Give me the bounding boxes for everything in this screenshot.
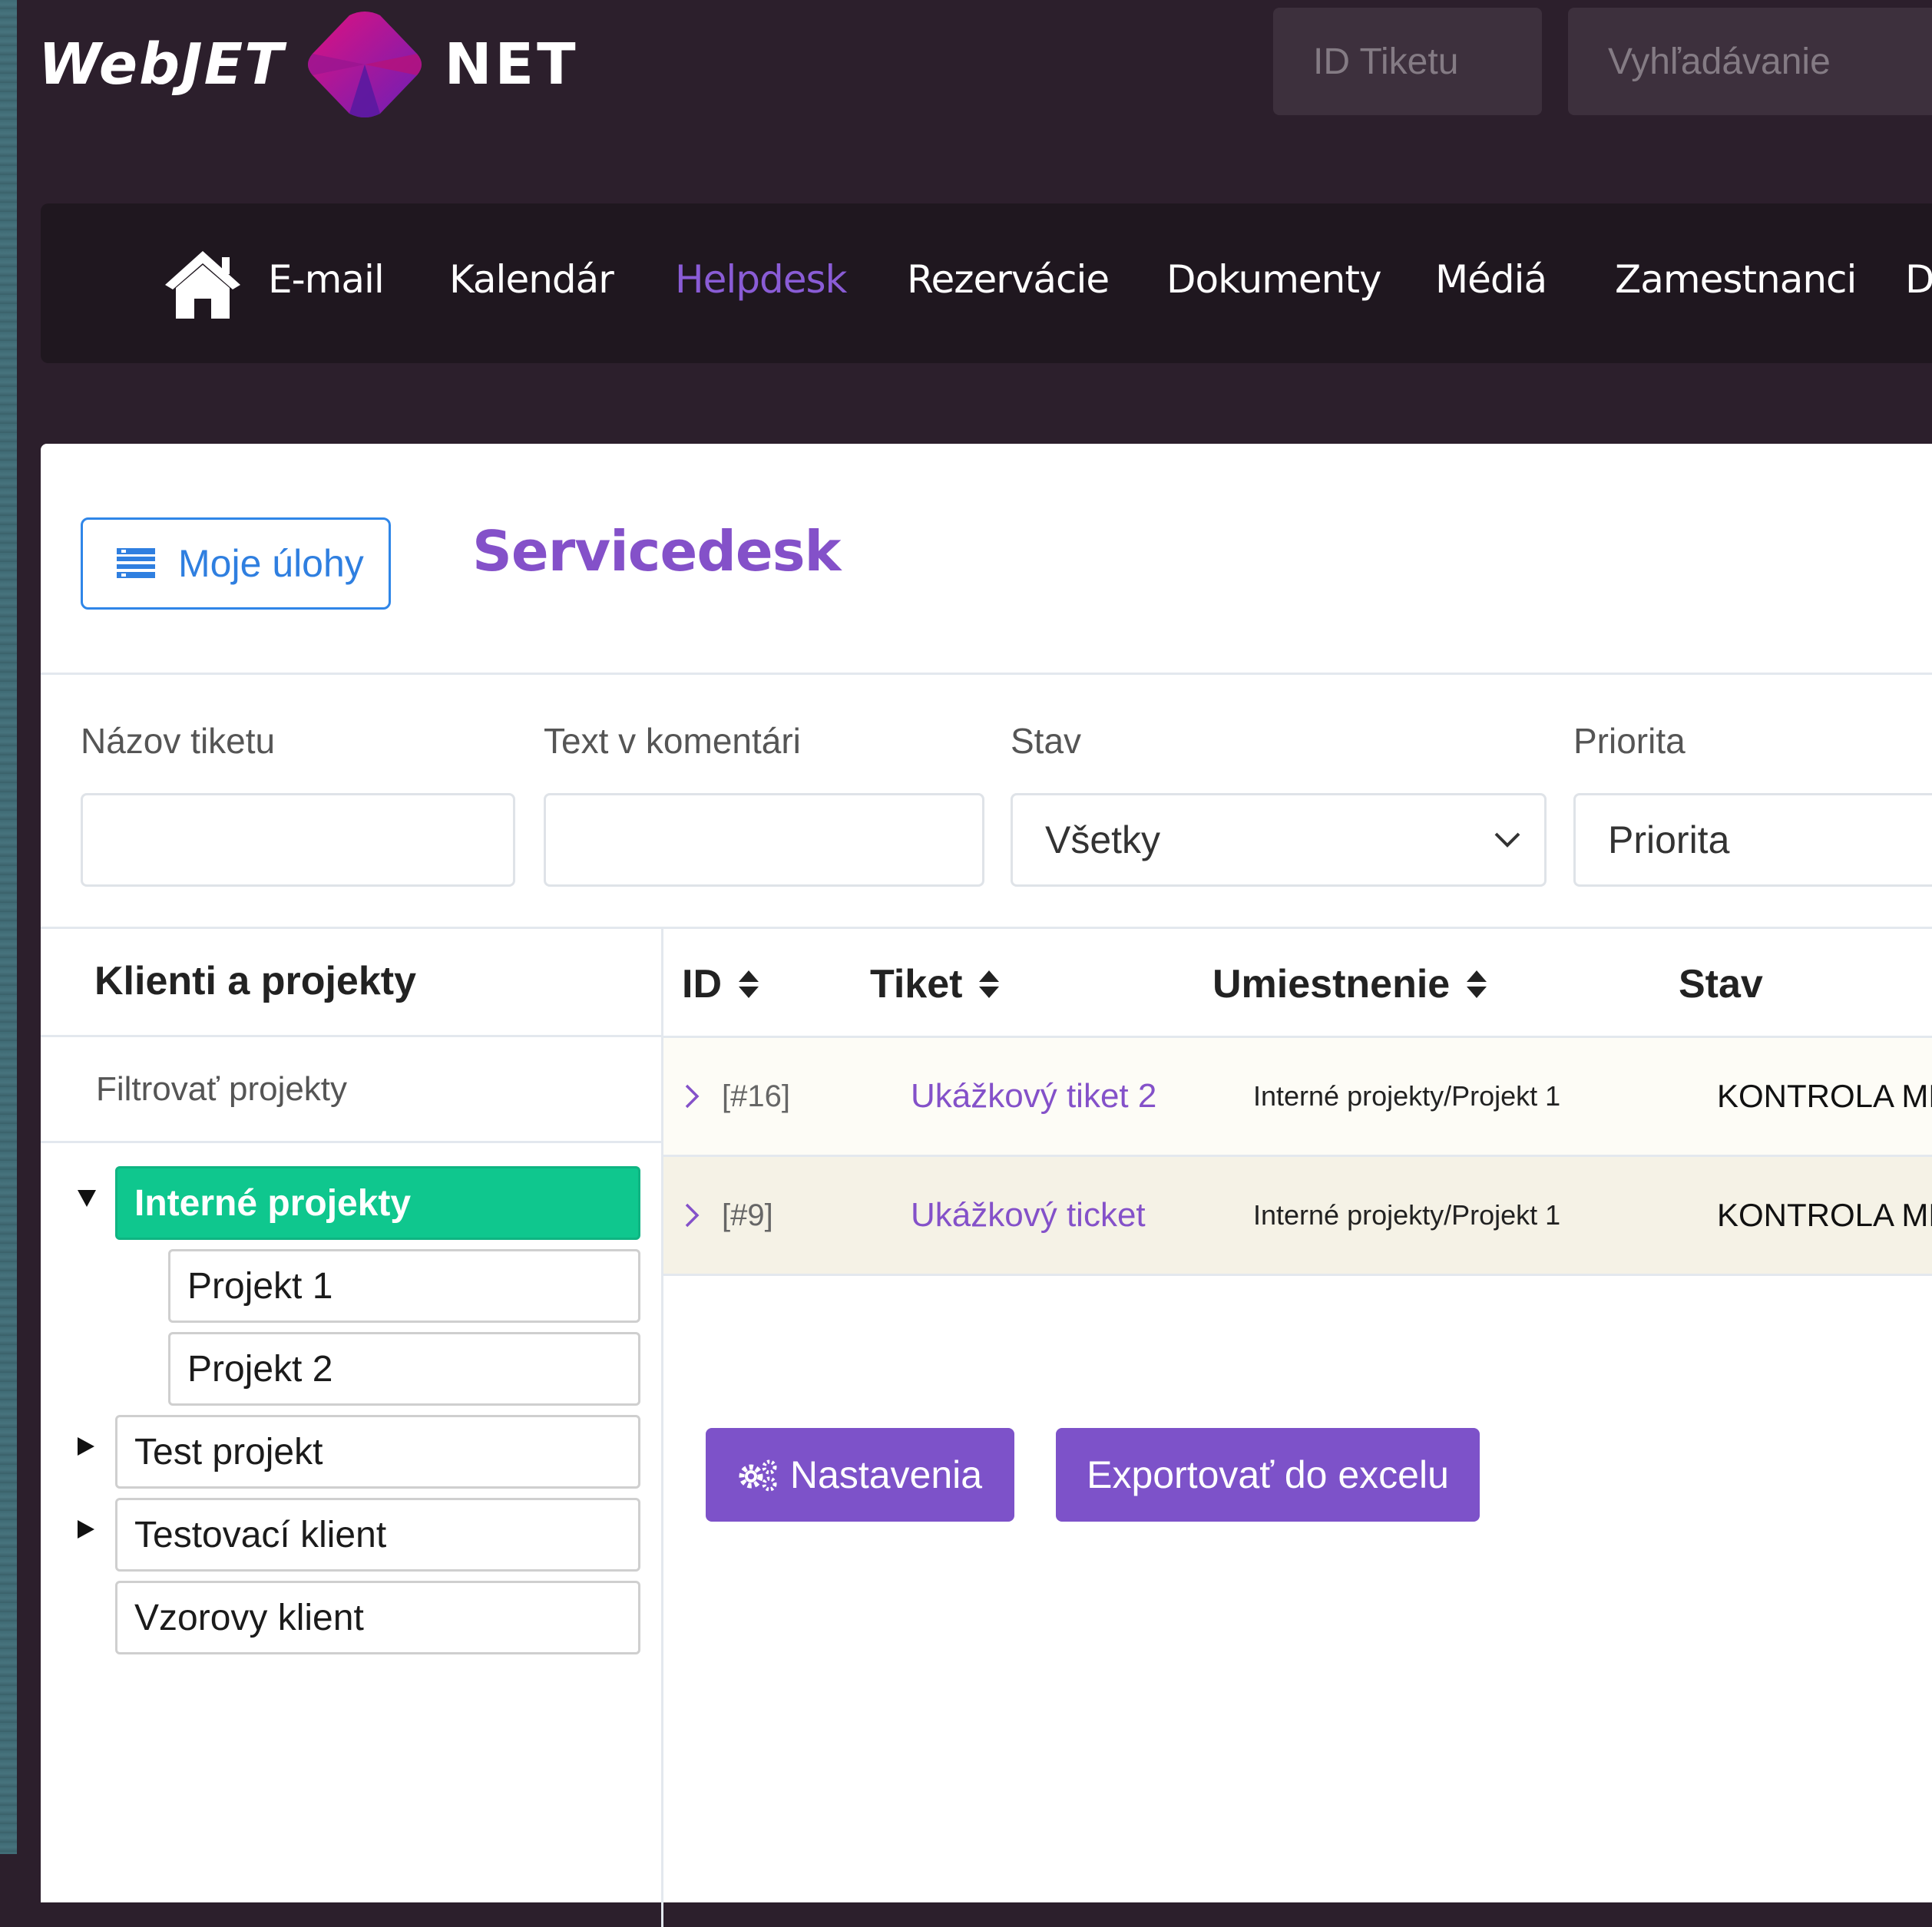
column-header-ticket[interactable]: Tiket — [870, 961, 1001, 1007]
ticket-link[interactable]: Ukážkový ticket — [911, 1157, 1146, 1274]
tree-item-sample-client[interactable]: Vzorovy klient — [115, 1581, 640, 1654]
status-select-value: Všetky — [1045, 818, 1161, 861]
nav-item-media[interactable]: Médiá — [1435, 257, 1547, 302]
column-header-label: Tiket — [870, 962, 963, 1006]
nav-item-calendar[interactable]: Kalendár — [449, 257, 614, 302]
column-header-status[interactable]: Stav — [1679, 961, 1763, 1007]
tree-item-test-project[interactable]: Test projekt — [115, 1415, 640, 1489]
nav-item-reservations[interactable]: Rezervácie — [907, 257, 1110, 302]
column-header-location[interactable]: Umiestnenie — [1212, 961, 1488, 1007]
export-label: Exportovať do excelu — [1087, 1453, 1449, 1496]
servicedesk-panel: Moje úlohy Servicedesk Názov tiketu Text… — [41, 444, 1932, 1927]
ticket-id: [#16] — [722, 1079, 790, 1113]
tree-item-test-client[interactable]: Testovací klient — [115, 1498, 640, 1572]
webjet-logo[interactable]: WebJET NET — [38, 11, 622, 118]
sort-icon — [1467, 970, 1487, 998]
comment-text-input[interactable] — [544, 793, 984, 887]
ticket-id-input[interactable] — [1273, 8, 1542, 115]
filter-projects-input[interactable] — [94, 1069, 635, 1109]
column-header-label: Stav — [1679, 962, 1763, 1006]
divider — [41, 927, 1932, 929]
sidebar-title: Klienti a projekty — [94, 959, 416, 1003]
tree-item-label: Testovací klient — [134, 1514, 387, 1555]
collapse-arrow-icon[interactable] — [78, 1190, 96, 1207]
divider — [41, 673, 1932, 675]
ticket-status: KONTROLA MNG — [1717, 1197, 1932, 1233]
ticket-name-label: Názov tiketu — [81, 721, 276, 761]
nav-item-email[interactable]: E-mail — [268, 257, 385, 302]
gears-icon — [739, 1459, 777, 1492]
search-input[interactable] — [1568, 8, 1932, 115]
divider — [41, 1035, 661, 1037]
main-nav: E-mail Kalendár Helpdesk Rezervácie Doku… — [41, 203, 1932, 363]
list-icon — [117, 548, 155, 578]
nav-item-documents[interactable]: Dokumenty — [1166, 257, 1382, 302]
nav-item-helpdesk[interactable]: Helpdesk — [675, 257, 847, 302]
ticket-link[interactable]: Ukážkový tiket 2 — [911, 1038, 1156, 1155]
priority-select[interactable]: Priorita — [1573, 793, 1932, 887]
tree-item-label: Test projekt — [134, 1431, 323, 1473]
column-header-label: Umiestnenie — [1212, 962, 1451, 1006]
my-tasks-button[interactable]: Moje úlohy — [81, 517, 391, 610]
expand-row-icon[interactable] — [683, 1038, 714, 1155]
ticket-location: Interné projekty/Projekt 1 — [1253, 1199, 1561, 1231]
tree-item-project-1[interactable]: Projekt 1 — [168, 1249, 640, 1323]
comment-text-label: Text v komentári — [544, 721, 801, 761]
column-header-label: ID — [682, 962, 722, 1006]
tree-item-label: Vzorovy klient — [134, 1597, 364, 1638]
expand-arrow-icon[interactable] — [78, 1437, 94, 1456]
nav-item-truncated[interactable]: D — [1905, 257, 1932, 302]
divider — [41, 1141, 661, 1143]
expand-arrow-icon[interactable] — [78, 1520, 94, 1539]
tree-item-label: Projekt 1 — [187, 1265, 333, 1307]
ticket-status: KONTROLA MNG — [1717, 1078, 1932, 1114]
status-label: Stav — [1011, 721, 1082, 761]
settings-button[interactable]: Nastavenia — [706, 1428, 1014, 1522]
my-tasks-label: Moje úlohy — [178, 542, 364, 585]
export-excel-button[interactable]: Exportovať do excelu — [1056, 1428, 1480, 1522]
status-select[interactable]: Všetky — [1011, 793, 1547, 887]
chevron-down-icon — [1494, 832, 1520, 848]
priority-label: Priorita — [1573, 721, 1686, 761]
ticket-name-input[interactable] — [81, 793, 515, 887]
sort-icon — [739, 970, 759, 998]
nav-item-employees[interactable]: Zamestnanci — [1615, 257, 1857, 302]
column-header-id[interactable]: ID — [682, 961, 760, 1007]
sort-icon — [979, 970, 1000, 998]
ticket-id: [#9] — [722, 1198, 773, 1232]
tree-item-internal-projects[interactable]: Interné projekty — [115, 1166, 640, 1240]
home-icon[interactable] — [162, 248, 243, 322]
table-row[interactable]: [#16] Ukážkový tiket 2 Interné projekty/… — [663, 1038, 1932, 1157]
logo-text-left: WebJET — [38, 31, 285, 98]
settings-label: Nastavenia — [789, 1453, 983, 1496]
ticket-location: Interné projekty/Projekt 1 — [1253, 1080, 1561, 1112]
page-title: Servicedesk — [472, 519, 841, 583]
tree-item-project-2[interactable]: Projekt 2 — [168, 1332, 640, 1406]
logo-text-right: NET — [444, 31, 579, 98]
priority-select-value: Priorita — [1608, 818, 1730, 861]
expand-row-icon[interactable] — [683, 1157, 714, 1274]
window-edge — [0, 0, 17, 1854]
tree-item-label: Interné projekty — [134, 1182, 412, 1224]
tree-item-label: Projekt 2 — [187, 1348, 333, 1390]
logo-mark-icon — [307, 12, 422, 117]
table-row[interactable]: [#9] Ukážkový ticket Interné projekty/Pr… — [663, 1157, 1932, 1276]
